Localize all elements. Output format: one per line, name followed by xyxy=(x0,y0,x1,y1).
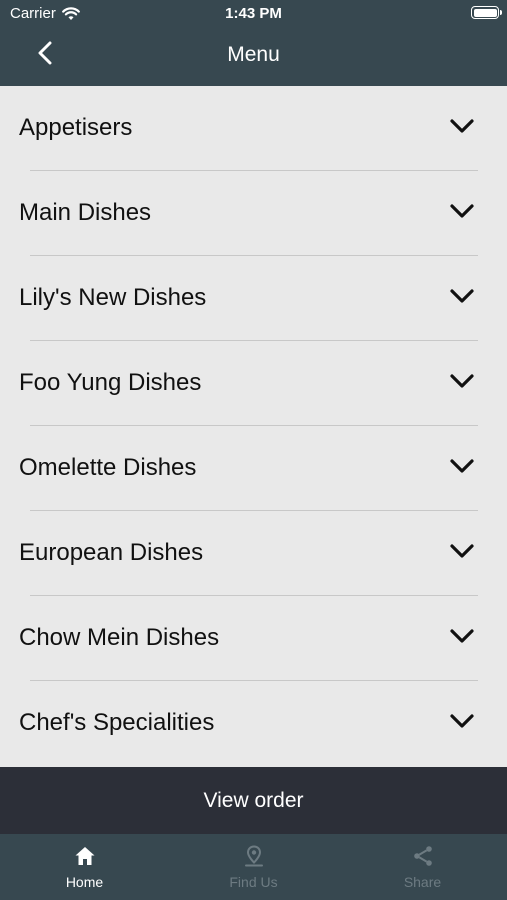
menu-category-main-dishes[interactable]: Main Dishes xyxy=(0,171,507,256)
view-order-button[interactable]: View order xyxy=(0,767,507,834)
home-icon xyxy=(75,847,94,865)
menu-category-list: Appetisers Main Dishes Lily's New Dishes… xyxy=(0,86,507,767)
chevron-down-icon xyxy=(450,544,474,558)
category-label: Chef's Specialities xyxy=(19,709,215,736)
tab-home[interactable]: Home xyxy=(0,834,169,900)
category-label: Foo Yung Dishes xyxy=(19,369,202,396)
menu-category-chow-mein-dishes[interactable]: Chow Mein Dishes xyxy=(0,596,507,681)
share-icon xyxy=(413,846,432,866)
menu-category-chefs-specialities[interactable]: Chef's Specialities xyxy=(0,681,507,766)
category-label: Lily's New Dishes xyxy=(19,284,207,311)
menu-category-foo-yung-dishes[interactable]: Foo Yung Dishes xyxy=(0,341,507,426)
chevron-down-icon xyxy=(450,119,474,133)
page-title: Menu xyxy=(227,43,280,66)
map-pin-icon xyxy=(244,845,263,867)
status-time: 1:43 PM xyxy=(225,5,282,22)
menu-category-appetisers[interactable]: Appetisers xyxy=(0,86,507,171)
category-label: European Dishes xyxy=(19,539,204,566)
tab-label: Share xyxy=(403,874,442,890)
tab-label: Find Us xyxy=(229,874,278,890)
chevron-down-icon xyxy=(450,289,474,303)
menu-category-european-dishes[interactable]: European Dishes xyxy=(0,511,507,596)
chevron-down-icon xyxy=(450,374,474,388)
menu-category-lilys-new-dishes[interactable]: Lily's New Dishes xyxy=(0,256,507,341)
chevron-down-icon xyxy=(450,204,474,218)
tab-label: Home xyxy=(65,874,104,890)
top-bar: Carrier 1:43 PM Menu xyxy=(0,0,507,86)
category-label: Main Dishes xyxy=(19,199,152,226)
status-bar: Carrier 1:43 PM xyxy=(0,0,507,28)
chevron-down-icon xyxy=(450,459,474,473)
menu-category-omelette-dishes[interactable]: Omelette Dishes xyxy=(0,426,507,511)
tab-find-us[interactable]: Find Us xyxy=(169,834,338,900)
battery-icon xyxy=(471,6,502,19)
category-label: Chow Mein Dishes xyxy=(19,624,220,651)
tab-bar: Home Find Us Share xyxy=(0,834,507,900)
chevron-down-icon xyxy=(450,629,474,643)
chevron-down-icon xyxy=(450,714,474,728)
category-label: Omelette Dishes xyxy=(19,454,197,481)
navigation-bar: Menu xyxy=(0,28,507,86)
category-label: Appetisers xyxy=(19,114,133,141)
tab-share[interactable]: Share xyxy=(338,834,507,900)
